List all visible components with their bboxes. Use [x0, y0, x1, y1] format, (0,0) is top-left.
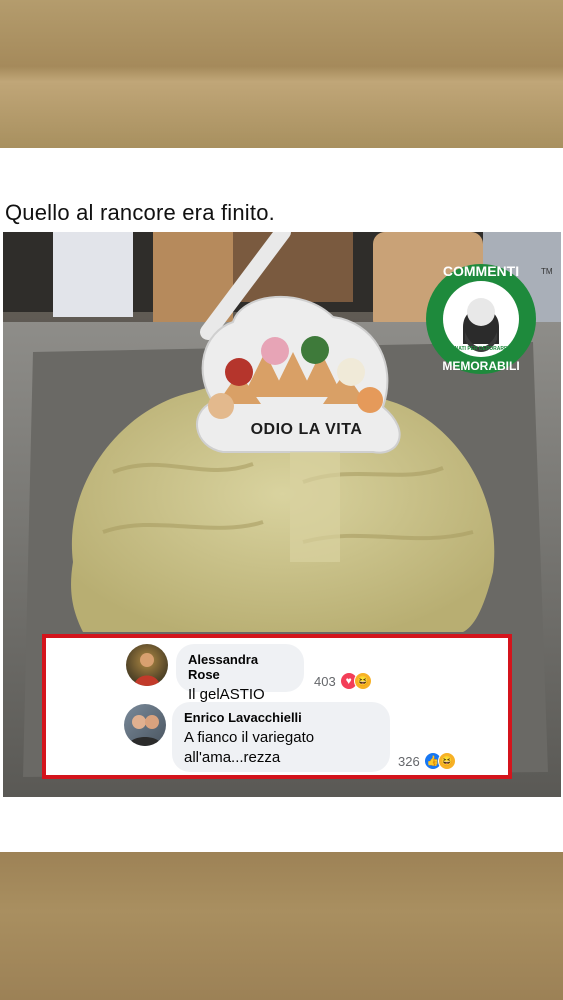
badge-tm: TM — [541, 267, 553, 276]
reaction-count: 326 — [398, 753, 420, 769]
post-card: Quello al rancore era finito. COMMENTI M… — [0, 148, 563, 852]
badge-inner-text: NATI PER DEPORARE — [455, 346, 508, 352]
avatar[interactable] — [124, 704, 166, 746]
reaction-summary[interactable]: 403 ♥ 😆 — [314, 672, 372, 690]
comment-bubble: Alessandra Rose Il gelASTIO — [176, 644, 304, 703]
comment-author[interactable]: Enrico Lavacchielli — [184, 710, 378, 725]
badge-top-text: COMMENTI — [443, 263, 519, 279]
comment-text: A fianco il variegato all'ama...rezza — [184, 729, 315, 766]
comments-highlight-box: Alessandra Rose Il gelASTIO 403 ♥ 😆 Enri… — [42, 634, 512, 779]
reaction-summary[interactable]: 326 👍 😆 — [398, 752, 456, 770]
comment-author[interactable]: Alessandra Rose — [188, 652, 292, 682]
comment-item: Alessandra Rose Il gelASTIO 403 ♥ 😆 — [46, 638, 508, 703]
reaction-count: 403 — [314, 673, 336, 689]
comment-item: Enrico Lavacchielli A fianco il variegat… — [46, 700, 508, 776]
badge-bottom-text: MEMORABILI — [442, 359, 519, 373]
post-caption: Quello al rancore era finito. — [5, 200, 275, 225]
milk-carton — [53, 232, 133, 317]
top-background-band — [0, 0, 563, 148]
sign-text: ODIO LA VITA — [250, 421, 363, 438]
bottom-background-band — [0, 852, 563, 1000]
haha-reaction-icon: 😆 — [353, 672, 372, 690]
avatar[interactable] — [126, 644, 168, 686]
haha-reaction-icon: 😆 — [437, 752, 456, 770]
comment-bubble: Enrico Lavacchielli A fianco il variegat… — [172, 702, 390, 772]
